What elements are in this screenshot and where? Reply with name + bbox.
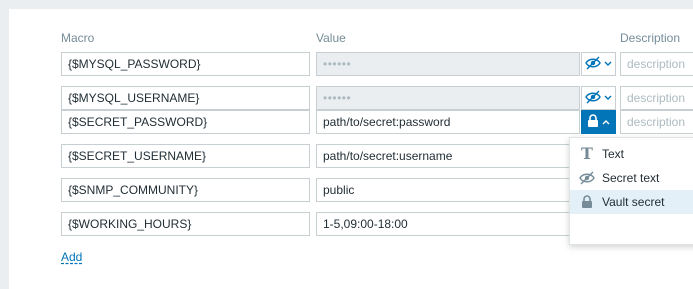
- eye-slash-icon: [578, 171, 596, 185]
- value-field[interactable]: public: [316, 178, 580, 202]
- value-type-button[interactable]: [581, 52, 616, 76]
- chevron-down-icon: [604, 60, 612, 69]
- value-type-button[interactable]: [581, 86, 616, 110]
- value-type-button[interactable]: [581, 110, 616, 134]
- menu-item-secret-text[interactable]: Secret text: [570, 166, 693, 190]
- value-field: ••••••: [316, 52, 580, 76]
- lock-icon: [587, 113, 599, 131]
- macro-field[interactable]: {$MYSQL_PASSWORD}: [61, 52, 310, 76]
- macro-field[interactable]: {$SNMP_COMMUNITY}: [61, 178, 310, 202]
- description-field[interactable]: [620, 86, 693, 110]
- header-value: Value: [316, 31, 346, 45]
- menu-item-text[interactable]: T Text: [570, 142, 693, 166]
- value-field[interactable]: path/to/secret:username: [316, 144, 580, 168]
- macro-field[interactable]: {$SECRET_PASSWORD}: [61, 110, 310, 134]
- add-macro-link[interactable]: Add: [61, 250, 82, 264]
- value-field[interactable]: path/to/secret:password: [316, 110, 580, 134]
- value-field[interactable]: 1-5,09:00-18:00: [316, 212, 580, 236]
- text-icon: T: [581, 144, 593, 163]
- menu-item-label: Vault secret: [602, 195, 665, 209]
- macro-field[interactable]: {$SECRET_USERNAME}: [61, 144, 310, 168]
- eye-slash-icon: [585, 56, 601, 73]
- lock-icon: [578, 195, 596, 209]
- description-field[interactable]: [620, 52, 693, 76]
- macro-field[interactable]: {$MYSQL_USERNAME}: [61, 86, 310, 110]
- value-field: ••••••: [316, 86, 580, 110]
- menu-item-label: Secret text: [602, 171, 660, 185]
- menu-item-vault-secret[interactable]: Vault secret: [570, 190, 693, 214]
- chevron-up-icon: [602, 118, 610, 127]
- macro-field[interactable]: {$WORKING_HOURS}: [61, 212, 310, 236]
- chevron-down-icon: [604, 94, 612, 103]
- header-description: Description: [620, 31, 681, 45]
- eye-slash-icon: [585, 90, 601, 107]
- header-macro: Macro: [61, 31, 95, 45]
- menu-item-label: Text: [602, 147, 625, 161]
- description-field[interactable]: [620, 110, 693, 134]
- value-type-menu: T Text Secret text Vault secret: [569, 137, 693, 245]
